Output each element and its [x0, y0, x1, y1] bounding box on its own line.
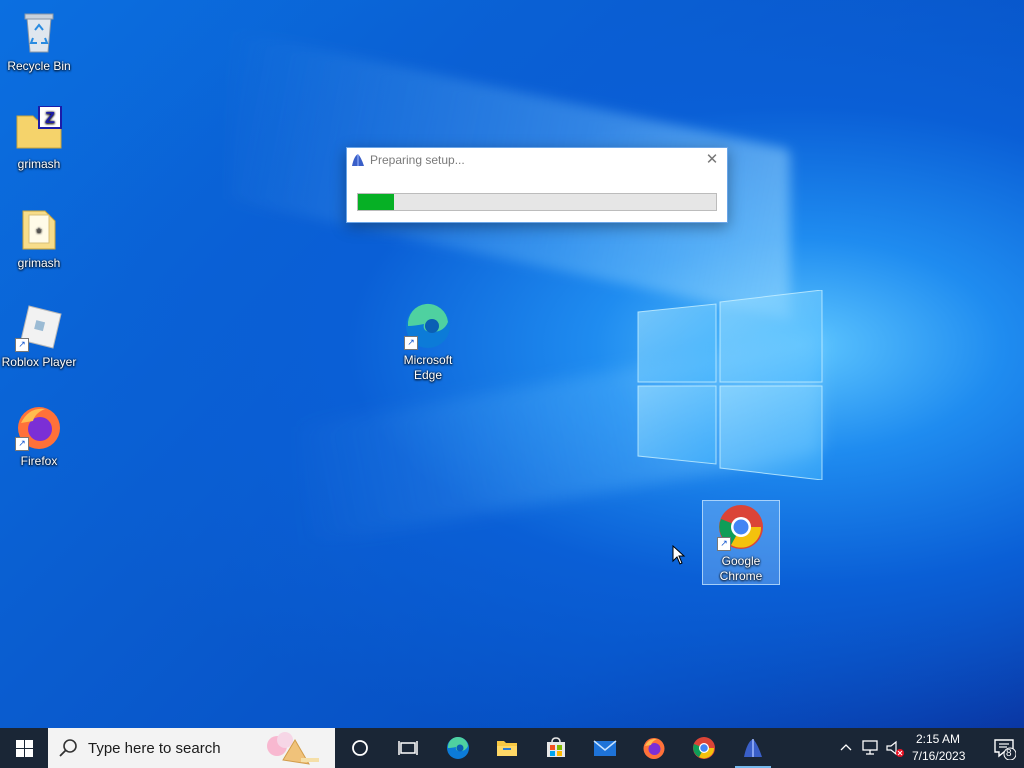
setup-icon [352, 154, 364, 166]
dialog-titlebar[interactable]: Preparing setup... ✕ [347, 148, 727, 172]
mouse-cursor-icon [672, 545, 686, 565]
firefox-icon [643, 738, 665, 759]
windows-start-icon [16, 740, 33, 757]
volume-muted-icon[interactable] [885, 740, 905, 758]
taskbar-setup[interactable] [729, 728, 777, 768]
progress-fill [358, 194, 394, 210]
desktop-icon-label: Recycle Bin [7, 59, 71, 73]
desktop-icon-roblox[interactable]: ↗ Roblox Player [0, 304, 78, 370]
chrome-icon: ↗ [717, 503, 765, 551]
taskbar-edge[interactable] [434, 728, 482, 768]
desktop-icon-label: Microsoft Edge [403, 353, 453, 382]
network-icon[interactable] [862, 740, 880, 756]
ice-cream-search-art-icon [267, 732, 319, 765]
shortcut-arrow-icon: ↗ [717, 537, 731, 551]
taskbar-mail[interactable] [581, 728, 629, 768]
taskbar-chrome[interactable] [680, 728, 728, 768]
desktop-icon-label: Firefox [20, 454, 58, 468]
desktop-icon-label: grimash [17, 256, 61, 270]
desktop-icon-grimash-zip[interactable]: Z grimash [0, 105, 78, 172]
chrome-icon [693, 737, 715, 759]
cortana-icon [352, 740, 368, 756]
file-explorer-icon [497, 741, 517, 756]
desktop-icon-label: grimash [17, 157, 61, 171]
dialog-title: Preparing setup... [370, 153, 465, 167]
clock-time[interactable]: 2:15 AM [916, 732, 960, 746]
desktop-icon-recycle-bin[interactable]: Recycle Bin [0, 8, 78, 74]
desktop-icon-edge[interactable]: ↗ Microsoft Edge [389, 302, 467, 383]
taskbar: Type here to search 2:15 AM 7/16/2023 8 [0, 728, 1024, 768]
clock-date[interactable]: 7/16/2023 [912, 749, 965, 763]
recycle-bin-icon [15, 8, 63, 56]
firefox-icon: ↗ [15, 403, 63, 451]
taskbar-file-explorer[interactable] [483, 728, 531, 768]
setup-progress-bar [357, 193, 717, 211]
desktop-icon-label: Roblox Player [1, 355, 77, 369]
svg-text:★: ★ [35, 226, 42, 235]
windows-logo-wallpaper [637, 290, 823, 480]
action-center-button[interactable]: 8 [992, 736, 1017, 761]
desktop-icon-firefox[interactable]: ↗ Firefox [0, 403, 78, 469]
store-icon [547, 737, 565, 757]
document-folder-icon: ★ [15, 205, 63, 253]
start-button[interactable] [0, 728, 48, 768]
winzip-folder-icon: Z [15, 105, 63, 154]
close-icon: ✕ [705, 151, 719, 168]
desktop-icon-label: Google Chrome [719, 554, 763, 583]
close-button[interactable]: ✕ [697, 148, 727, 172]
roblox-icon: ↗ [15, 304, 63, 352]
notification-icon [994, 739, 1017, 761]
mail-icon [593, 740, 617, 756]
desktop-icon-grimash-folder[interactable]: ★ grimash [0, 205, 78, 271]
shortcut-arrow-icon: ↗ [404, 336, 418, 350]
shortcut-arrow-icon: ↗ [15, 338, 29, 352]
shortcut-arrow-icon: ↗ [15, 437, 29, 451]
taskbar-task-view[interactable] [384, 728, 432, 768]
search-box[interactable]: Type here to search [48, 728, 335, 768]
setup-dialog: Preparing setup... ✕ [346, 147, 728, 223]
task-view-icon [398, 741, 418, 755]
edge-icon [447, 736, 469, 759]
setup-icon [744, 739, 762, 757]
taskbar-store[interactable] [532, 728, 580, 768]
taskbar-cortana[interactable] [336, 728, 384, 768]
notification-count-badge: 8 [1006, 748, 1012, 759]
svg-text:Z: Z [45, 110, 55, 127]
search-icon [59, 739, 77, 757]
desktop-icon-chrome[interactable]: ↗ Google Chrome [702, 500, 780, 585]
chevron-up-icon[interactable] [840, 742, 852, 754]
taskbar-firefox[interactable] [630, 728, 678, 768]
edge-icon: ↗ [404, 302, 452, 350]
search-placeholder: Type here to search [88, 740, 221, 757]
